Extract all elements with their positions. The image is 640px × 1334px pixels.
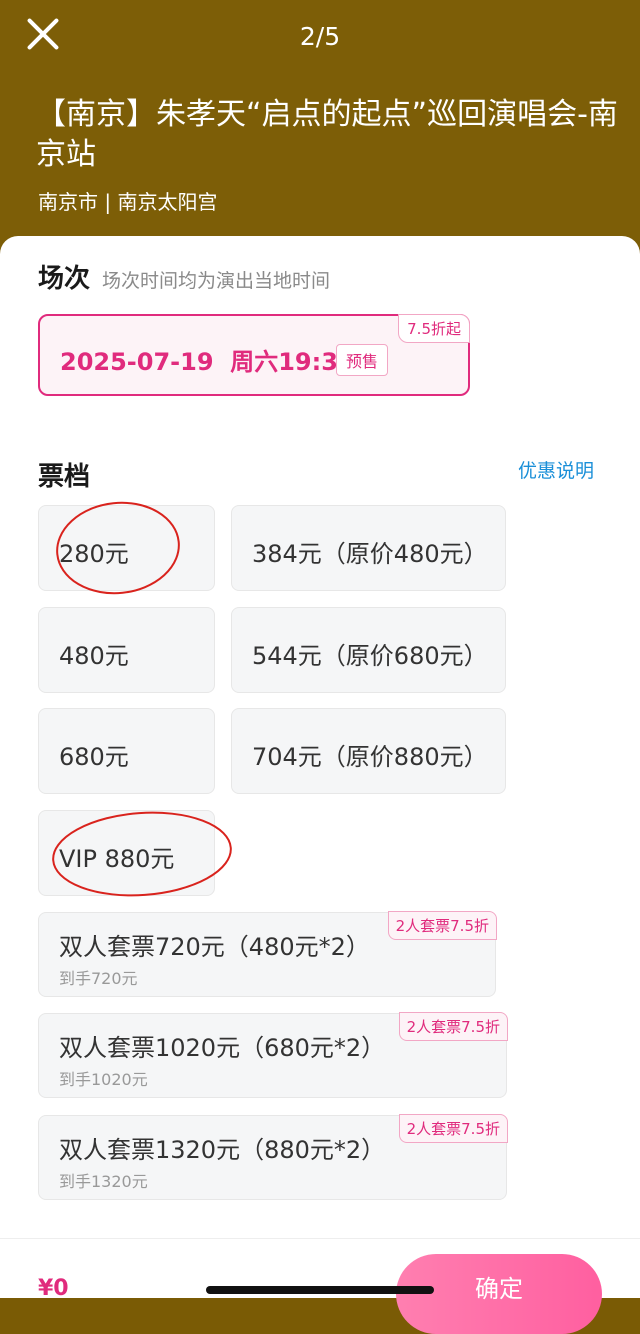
tier-option[interactable]: 544元（原价680元） <box>231 607 506 693</box>
footer-divider <box>0 1238 640 1239</box>
package-discount-badge: 2人套票7.5折 <box>398 1114 508 1143</box>
tier-label: 680元 <box>59 743 129 771</box>
package-label: 双人套票720元（480元*2） <box>59 933 370 961</box>
tier-option[interactable]: 384元（原价480元） <box>231 505 506 591</box>
package-option[interactable]: 双人套票720元（480元*2） 到手720元 2人套票7.5折 <box>38 911 497 997</box>
event-title: 【南京】朱孝天“启点的起点”巡回演唱会-南京站 <box>36 97 618 172</box>
tier-option[interactable]: 680元 <box>38 708 215 794</box>
event-venue: 南京市 | 南京太阳宫 <box>38 190 218 214</box>
image-counter: 2/5 <box>299 22 341 51</box>
tier-option[interactable]: 704元（原价880元） <box>231 708 506 794</box>
package-net-price: 到手720元 <box>59 969 138 988</box>
package-label: 双人套票1320元（880元*2） <box>59 1136 386 1164</box>
tier-label: 384元（原价480元） <box>252 540 488 568</box>
tickets-title: 票档 <box>38 462 91 492</box>
package-net-price: 到手1320元 <box>59 1172 148 1191</box>
event-header: 2/5 【南京】朱孝天“启点的起点”巡回演唱会-南京站 南京市 | 南京太阳宫 <box>0 0 640 260</box>
tier-label: 280元 <box>59 540 129 568</box>
tier-option[interactable]: 480元 <box>38 607 215 693</box>
ticket-selection-sheet: 场次 场次时间均为演出当地时间 2025-07-19 周六19:30 预售 7.… <box>0 236 640 1334</box>
package-option[interactable]: 双人套票1320元（880元*2） 到手1320元 2人套票7.5折 <box>38 1114 508 1200</box>
package-label: 双人套票1020元（680元*2） <box>59 1034 386 1062</box>
session-date: 2025-07-19 周六19:30 <box>60 348 355 376</box>
total-price: ¥0 <box>38 1276 69 1301</box>
session-section-header: 场次 场次时间均为演出当地时间 <box>38 258 330 295</box>
session-note: 场次时间均为演出当地时间 <box>102 270 331 292</box>
tier-label: VIP 880元 <box>59 845 175 873</box>
tier-option[interactable]: VIP 880元 <box>38 810 215 896</box>
package-option[interactable]: 双人套票1020元（680元*2） 到手1020元 2人套票7.5折 <box>38 1012 508 1098</box>
session-title: 场次 <box>38 264 91 294</box>
tier-label: 704元（原价880元） <box>252 743 488 771</box>
presale-badge: 预售 <box>336 344 389 376</box>
confirm-button[interactable]: 确定 <box>396 1254 602 1334</box>
tier-label: 544元（原价680元） <box>252 642 488 670</box>
tier-option[interactable]: 280元 <box>38 505 215 591</box>
package-discount-badge: 2人套票7.5折 <box>398 1012 508 1041</box>
package-discount-badge: 2人套票7.5折 <box>387 911 497 940</box>
tickets-section-header: 票档 <box>38 456 90 493</box>
tier-label: 480元 <box>59 642 129 670</box>
discount-badge: 7.5折起 <box>398 314 470 343</box>
package-net-price: 到手1020元 <box>59 1070 148 1089</box>
session-option[interactable]: 2025-07-19 周六19:30 预售 7.5折起 <box>38 314 470 396</box>
promo-info-link[interactable]: 优惠说明 <box>518 456 594 483</box>
home-indicator <box>206 1286 434 1294</box>
